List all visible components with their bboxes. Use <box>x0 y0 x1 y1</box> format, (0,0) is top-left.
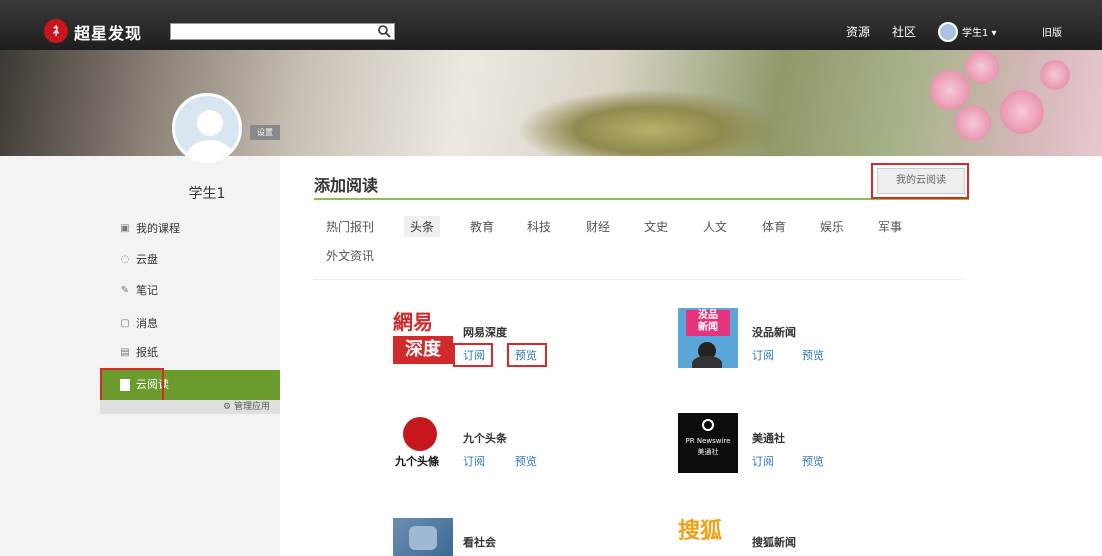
feed-name: 美通社 <box>752 432 785 445</box>
tab-military[interactable]: 军事 <box>878 218 902 235</box>
logo-icon[interactable]: ﾈ <box>44 19 68 43</box>
sidebar-item-messages[interactable]: ▢ 消息 <box>118 312 280 336</box>
sidebar-item-label: 云盘 <box>136 253 158 266</box>
logo-line: 深度 <box>393 336 453 364</box>
puzzle-icon <box>409 526 437 550</box>
manage-apps-label: 管理应用 <box>233 402 270 412</box>
nav-community[interactable]: 社区 <box>892 23 916 40</box>
logo-line: 新闻 <box>698 322 718 333</box>
logo-line: 九个头條 <box>395 455 439 468</box>
tab-headlines[interactable]: 头条 <box>404 216 441 237</box>
sidebar-item-cloud-disk[interactable]: ◌ 云盘 <box>118 248 280 272</box>
feed-name: 九个头条 <box>463 432 507 445</box>
feed-name: 搜狐新闻 <box>752 536 796 549</box>
logo-line: PR Newswire <box>685 437 731 445</box>
tab-technology[interactable]: 科技 <box>527 218 551 235</box>
highlight-box <box>453 343 493 367</box>
globe-icon <box>702 419 714 431</box>
logo-line: 搜狐 <box>678 519 723 544</box>
tab-finance[interactable]: 财经 <box>586 218 610 235</box>
sidebar-item-label: 笔记 <box>136 284 158 297</box>
manage-apps-link[interactable]: ⚙ 管理应用 <box>100 400 280 414</box>
course-icon: ▣ <box>120 223 130 234</box>
search-icon[interactable] <box>377 24 391 38</box>
feed-name: 没品新闻 <box>752 326 796 339</box>
tab-humanities[interactable]: 人文 <box>703 218 727 235</box>
nav-resources[interactable]: 资源 <box>846 23 870 40</box>
feed-logo-netease[interactable]: 網易 深度 <box>393 308 453 368</box>
feed-logo-kanshehui[interactable] <box>393 518 453 556</box>
feed-name: 网易深度 <box>463 326 507 339</box>
sidebar-item-newspaper[interactable]: ▤ 报纸 <box>118 341 280 365</box>
search-input[interactable] <box>170 23 395 40</box>
logo-shape <box>692 356 722 368</box>
tab-foreign-news[interactable]: 外文资讯 <box>326 247 374 264</box>
username: 学生1 <box>188 186 226 202</box>
cloud-disk-icon: ◌ <box>120 254 130 265</box>
sidebar-item-courses[interactable]: ▣ 我的课程 <box>118 217 280 241</box>
subscribe-button[interactable]: 订阅 <box>463 453 485 469</box>
logo-line: 網易 <box>393 310 433 334</box>
page-title: 添加阅读 <box>314 176 379 195</box>
profile-avatar[interactable] <box>172 93 242 163</box>
tab-entertainment[interactable]: 娱乐 <box>820 218 844 235</box>
logo-emblem-icon <box>403 417 437 451</box>
highlight-box <box>507 343 547 367</box>
sidebar-item-label: 消息 <box>136 317 158 330</box>
logo-line: 没品 <box>698 310 718 321</box>
feed-logo-sohu[interactable]: 搜狐 <box>678 518 738 556</box>
top-bar <box>0 0 1102 50</box>
banner-rock <box>520 90 780 156</box>
blossom-icon <box>930 70 970 110</box>
preview-button[interactable]: 预览 <box>802 453 824 469</box>
message-icon: ▢ <box>120 318 130 329</box>
feed-logo-jiuge[interactable]: 九个头條 <box>393 413 453 473</box>
highlight-box <box>871 163 969 199</box>
logo-line: 美通社 <box>697 448 719 456</box>
tab-hot-press[interactable]: 热门报刊 <box>326 218 374 235</box>
gear-icon: ⚙ <box>223 402 234 412</box>
feed-logo-meipin[interactable]: 没品 新闻 <box>678 308 738 368</box>
sidebar-item-notes[interactable]: ✎ 笔记 <box>118 279 280 303</box>
sidebar-item-label: 报纸 <box>136 346 158 359</box>
tab-sports[interactable]: 体育 <box>762 218 786 235</box>
category-divider <box>314 279 964 280</box>
logo-text[interactable]: 超星发现 <box>74 20 142 44</box>
blossom-icon <box>1000 90 1044 134</box>
settings-button[interactable]: 设置 <box>250 125 280 140</box>
old-version-link[interactable]: 旧版 <box>1042 24 1062 39</box>
subscribe-button[interactable]: 订阅 <box>752 453 774 469</box>
tab-education[interactable]: 教育 <box>470 218 494 235</box>
blossom-icon <box>1040 60 1070 90</box>
user-avatar-icon[interactable] <box>938 22 958 42</box>
notes-icon: ✎ <box>120 285 130 296</box>
newspaper-icon: ▤ <box>120 347 130 358</box>
user-menu[interactable]: 学生1 ▾ <box>962 24 997 39</box>
blossom-icon <box>965 50 999 84</box>
avatar-head <box>197 110 223 136</box>
tab-history[interactable]: 文史 <box>644 218 668 235</box>
preview-button[interactable]: 预览 <box>515 453 537 469</box>
avatar-body <box>185 140 235 160</box>
subscribe-button[interactable]: 订阅 <box>752 347 774 363</box>
preview-button[interactable]: 预览 <box>802 347 824 363</box>
profile-banner <box>0 50 1102 156</box>
feed-logo-prnewswire[interactable]: PR Newswire 美通社 <box>678 413 738 473</box>
feed-name: 看社会 <box>463 536 496 549</box>
sidebar-item-label: 我的课程 <box>136 222 180 235</box>
blossom-icon <box>955 105 991 141</box>
